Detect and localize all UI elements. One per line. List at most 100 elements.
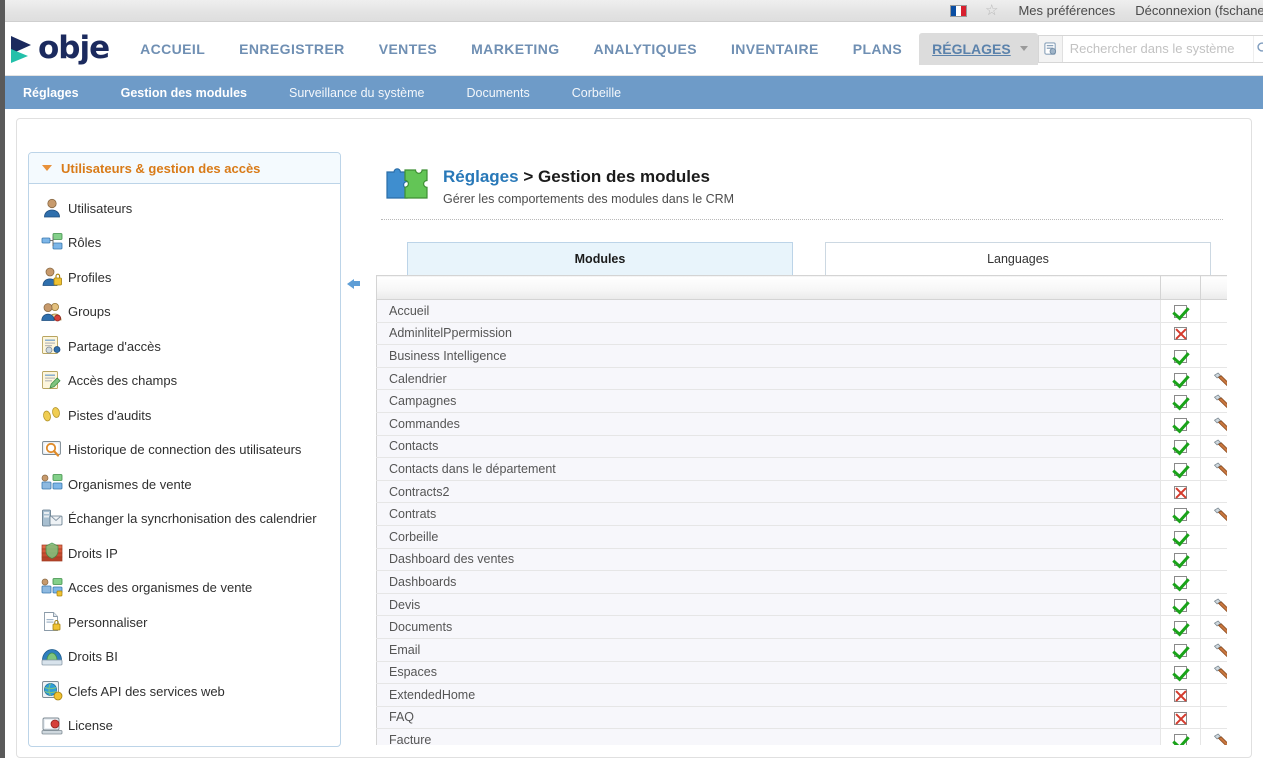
- table-row[interactable]: Dashboard des ventes: [376, 548, 1227, 572]
- breadcrumb-parent[interactable]: Réglages: [443, 167, 519, 186]
- nav-item-ventes[interactable]: VENTES: [362, 41, 454, 57]
- module-actions-cell[interactable]: [1200, 615, 1227, 639]
- nav-item-inventaire[interactable]: INVENTAIRE: [714, 41, 836, 57]
- subnav-item-corbeille[interactable]: Corbeille: [572, 86, 621, 100]
- table-row[interactable]: Commandes: [376, 412, 1227, 436]
- module-actions-cell[interactable]: [1200, 570, 1227, 594]
- checkbox-checked-icon[interactable]: [1174, 666, 1187, 680]
- module-actions-cell[interactable]: [1200, 706, 1227, 730]
- checkbox-checked-icon[interactable]: [1174, 598, 1187, 612]
- checkbox-checked-icon[interactable]: [1174, 734, 1187, 745]
- module-actions-cell[interactable]: [1200, 638, 1227, 662]
- module-actions-cell[interactable]: [1200, 548, 1227, 572]
- sidebar-item-clefs-api[interactable]: Clefs API des services web: [29, 674, 340, 709]
- checkbox-checked-icon[interactable]: [1174, 530, 1187, 544]
- sidebar-item-groups[interactable]: Groups: [29, 295, 340, 330]
- subnav-item-surveillance[interactable]: Surveillance du système: [289, 86, 424, 100]
- sidebar-item-organismes-de-vente[interactable]: Organismes de vente: [29, 467, 340, 502]
- table-row[interactable]: FAQ: [376, 706, 1227, 730]
- table-row[interactable]: Contacts dans le département: [376, 457, 1227, 481]
- checkbox-checked-icon[interactable]: [1174, 395, 1187, 409]
- settings-tools-icon[interactable]: [1213, 597, 1227, 613]
- subnav-item-documents[interactable]: Documents: [467, 86, 530, 100]
- checkbox-checked-icon[interactable]: [1174, 350, 1187, 364]
- search-input[interactable]: [1062, 36, 1253, 61]
- table-row[interactable]: Documents: [376, 615, 1227, 639]
- module-enabled-cell[interactable]: [1160, 389, 1201, 413]
- modules-table-scroll[interactable]: Accueil AdminlitelPpermission Business Int…: [371, 275, 1227, 745]
- sidebar-item-historique-connexion[interactable]: Historique de connection des utilisateur…: [29, 433, 340, 468]
- tab-languages[interactable]: Languages: [825, 242, 1211, 275]
- table-row[interactable]: Campagnes: [376, 389, 1227, 413]
- sidebar-item-personnaliser[interactable]: Personnaliser: [29, 605, 340, 640]
- module-enabled-cell[interactable]: [1160, 344, 1201, 368]
- sidebar-item-droits-bi[interactable]: Droits BI: [29, 640, 340, 675]
- favorites-star-icon[interactable]: ☆: [985, 3, 998, 18]
- module-actions-cell[interactable]: [1200, 457, 1227, 481]
- nav-item-marketing[interactable]: MARKETING: [454, 41, 576, 57]
- module-actions-cell[interactable]: [1200, 412, 1227, 436]
- sidebar-section-header[interactable]: Utilisateurs & gestion des accès: [29, 153, 340, 184]
- module-enabled-cell[interactable]: [1160, 706, 1201, 730]
- module-actions-cell[interactable]: [1200, 661, 1227, 685]
- sidebar-item-roles[interactable]: Rôles: [29, 226, 340, 261]
- my-preferences-link[interactable]: Mes préférences: [1018, 3, 1115, 18]
- settings-tools-icon[interactable]: [1213, 438, 1227, 454]
- nav-item-reglages[interactable]: RÉGLAGES: [919, 32, 1038, 65]
- settings-tools-icon[interactable]: [1213, 619, 1227, 635]
- table-row[interactable]: Facture: [376, 728, 1227, 745]
- table-row[interactable]: AdminlitelPpermission: [376, 322, 1227, 346]
- table-row[interactable]: Devis: [376, 593, 1227, 617]
- module-enabled-cell[interactable]: [1160, 525, 1201, 549]
- nav-item-plans[interactable]: PLANS: [836, 41, 919, 57]
- subnav-item-reglages[interactable]: Réglages: [23, 86, 79, 100]
- checkbox-checked-icon[interactable]: [1174, 643, 1187, 657]
- module-enabled-cell[interactable]: [1160, 661, 1201, 685]
- tab-modules[interactable]: Modules: [407, 242, 793, 275]
- table-row[interactable]: Contrats: [376, 502, 1227, 526]
- module-actions-cell[interactable]: [1200, 435, 1227, 459]
- checkbox-checked-icon[interactable]: [1174, 440, 1187, 454]
- nav-item-enregistrer[interactable]: ENREGISTRER: [222, 41, 362, 57]
- module-actions-cell[interactable]: [1200, 728, 1227, 745]
- module-actions-cell[interactable]: [1200, 502, 1227, 526]
- module-enabled-cell[interactable]: [1160, 435, 1201, 459]
- checkbox-disabled-icon[interactable]: [1174, 327, 1187, 341]
- checkbox-checked-icon[interactable]: [1174, 417, 1187, 431]
- checkbox-disabled-icon[interactable]: [1174, 485, 1187, 499]
- brand-logo[interactable]: obje: [11, 29, 110, 69]
- module-filter-icon[interactable]: [1038, 35, 1063, 62]
- table-row[interactable]: Contacts: [376, 435, 1227, 459]
- settings-tools-icon[interactable]: [1213, 461, 1227, 477]
- module-enabled-cell[interactable]: [1160, 683, 1201, 707]
- checkbox-checked-icon[interactable]: [1174, 508, 1187, 522]
- sidebar-item-pistes-audits[interactable]: Pistes d'audits: [29, 398, 340, 433]
- checkbox-checked-icon[interactable]: [1174, 463, 1187, 477]
- module-actions-cell[interactable]: [1200, 525, 1227, 549]
- module-actions-cell[interactable]: [1200, 389, 1227, 413]
- checkbox-checked-icon[interactable]: [1174, 553, 1187, 567]
- checkbox-checked-icon[interactable]: [1174, 372, 1187, 386]
- sidebar-item-droits-ip[interactable]: Droits IP: [29, 536, 340, 571]
- subnav-item-gestion-des-modules[interactable]: Gestion des modules: [121, 86, 247, 100]
- checkbox-checked-icon[interactable]: [1174, 576, 1187, 590]
- checkbox-disabled-icon[interactable]: [1174, 711, 1187, 725]
- settings-tools-icon[interactable]: [1213, 371, 1227, 387]
- module-actions-cell[interactable]: [1200, 299, 1227, 323]
- nav-item-analytiques[interactable]: ANALYTIQUES: [577, 41, 714, 57]
- table-row[interactable]: Dashboards: [376, 570, 1227, 594]
- module-actions-cell[interactable]: [1200, 367, 1227, 391]
- settings-tools-icon[interactable]: [1213, 393, 1227, 409]
- module-enabled-cell[interactable]: [1160, 548, 1201, 572]
- module-actions-cell[interactable]: [1200, 593, 1227, 617]
- settings-tools-icon[interactable]: [1213, 506, 1227, 522]
- checkbox-checked-icon[interactable]: [1174, 621, 1187, 635]
- checkbox-checked-icon[interactable]: [1174, 304, 1187, 318]
- module-enabled-cell[interactable]: [1160, 593, 1201, 617]
- module-enabled-cell[interactable]: [1160, 570, 1201, 594]
- module-actions-cell[interactable]: [1200, 480, 1227, 504]
- search-icon[interactable]: [1252, 35, 1263, 62]
- sidebar-item-profiles[interactable]: Profiles: [29, 260, 340, 295]
- table-row[interactable]: Corbeille: [376, 525, 1227, 549]
- sidebar-item-acces-des-champs[interactable]: Accès des champs: [29, 364, 340, 399]
